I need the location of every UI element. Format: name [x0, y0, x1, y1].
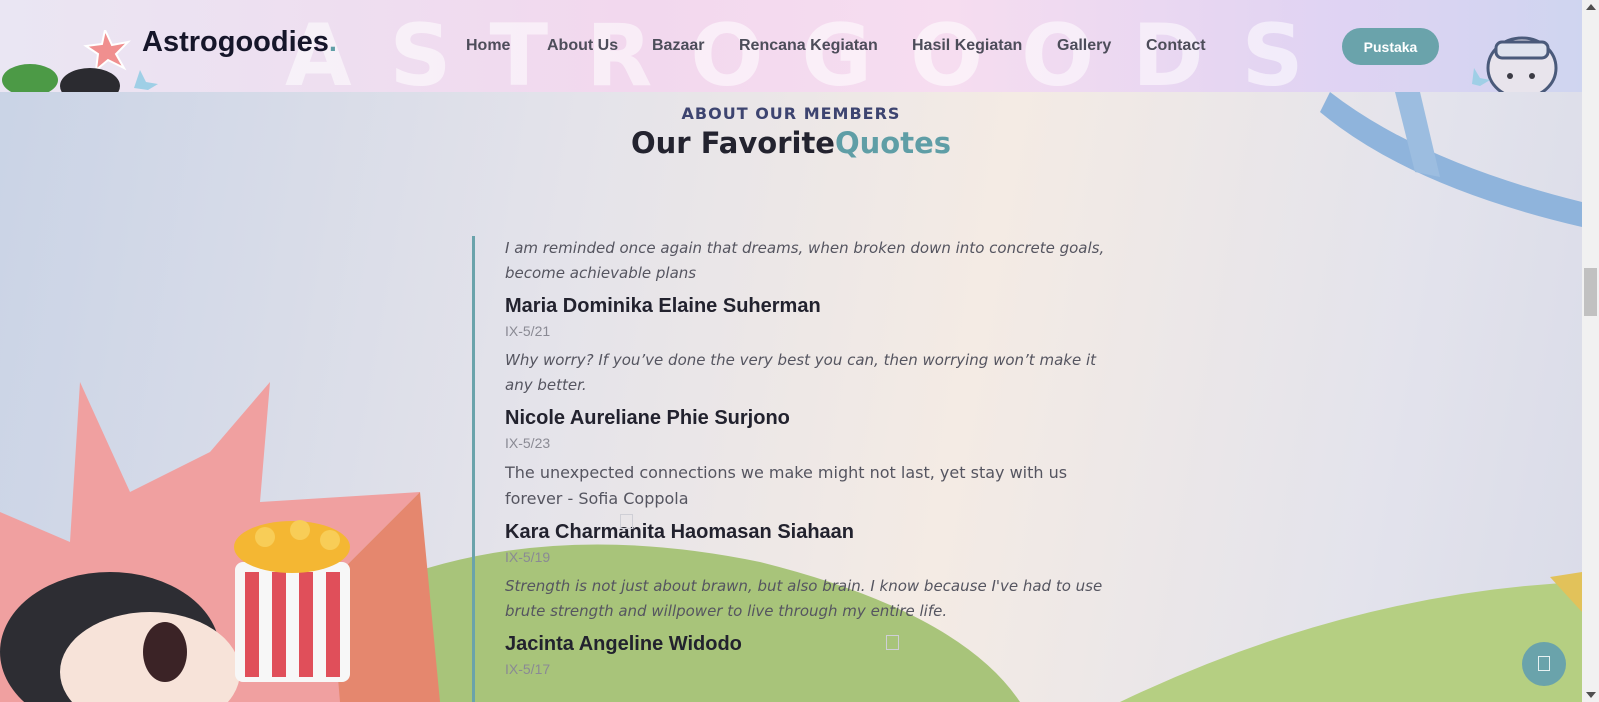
quote-author: Nicole Aureliane Phie Surjono: [505, 407, 790, 429]
quote-item: Why worry? If you’ve done the very best …: [505, 348, 1115, 451]
chat-button[interactable]: [1522, 642, 1566, 686]
site-header: ASTROGOODS Astrogoodies. Home About Us B…: [0, 0, 1582, 92]
scroll-down-icon[interactable]: [1586, 692, 1596, 698]
title-accent: Quotes: [834, 126, 951, 160]
scroll-up-icon[interactable]: [1586, 4, 1596, 10]
section-eyebrow: ABOUT OUR MEMBERS: [681, 104, 901, 123]
missing-glyph-icon: [620, 514, 633, 529]
quote-border: [472, 236, 475, 702]
nav-bazaar[interactable]: Bazaar: [652, 37, 704, 55]
green-hill-right-decoration: [1120, 582, 1582, 702]
nav-home[interactable]: Home: [466, 37, 510, 55]
quote-class: IX-5/23: [505, 435, 551, 451]
pustaka-button[interactable]: Pustaka: [1342, 28, 1439, 65]
nav-gallery[interactable]: Gallery: [1057, 37, 1111, 55]
section-title: Our FavoriteQuotes: [0, 126, 1582, 160]
quote-list: I am reminded once again that dreams, wh…: [505, 236, 1115, 686]
nav-contact[interactable]: Contact: [1146, 37, 1206, 55]
quote-author: Jacinta Angeline Widodo: [505, 633, 742, 655]
nav-about-us[interactable]: About Us: [547, 37, 618, 55]
quote-item: The unexpected connections we make might…: [505, 460, 1115, 565]
scroll-thumb[interactable]: [1584, 268, 1597, 316]
chat-icon: [1538, 656, 1550, 671]
quote-item: Strength is not just about brawn, but al…: [505, 574, 1115, 677]
quote-text: I am reminded once again that dreams, wh…: [505, 239, 1105, 282]
quote-class: IX-5/19: [505, 549, 551, 565]
page-scrollbar[interactable]: [1582, 0, 1599, 702]
site-logo[interactable]: Astrogoodies.: [142, 26, 337, 59]
quote-text: Why worry? If you’ve done the very best …: [505, 351, 1096, 394]
quote-author: Kara Charmanita Haomasan Siahaan: [505, 521, 855, 543]
quote-class: IX-5/21: [505, 323, 551, 339]
title-main: Our Favorite: [631, 126, 835, 160]
quote-text: Strength is not just about brawn, but al…: [505, 577, 1103, 620]
nav-hasil-kegiatan[interactable]: Hasil Kegiatan: [912, 37, 1022, 55]
quote-author: Maria Dominika Elaine Suherman: [505, 295, 821, 317]
nav-rencana-kegiatan[interactable]: Rencana Kegiatan: [739, 37, 878, 55]
header-left-decoration: [2, 30, 158, 92]
logo-dot: .: [328, 26, 337, 58]
logo-text: Astrogoodies: [142, 26, 329, 58]
header-right-decoration: [1472, 36, 1558, 92]
missing-glyph-icon: [886, 635, 899, 650]
quote-class: IX-5/17: [505, 661, 551, 677]
quote-item: I am reminded once again that dreams, wh…: [505, 236, 1115, 339]
quote-text: The unexpected connections we make might…: [505, 463, 1068, 508]
